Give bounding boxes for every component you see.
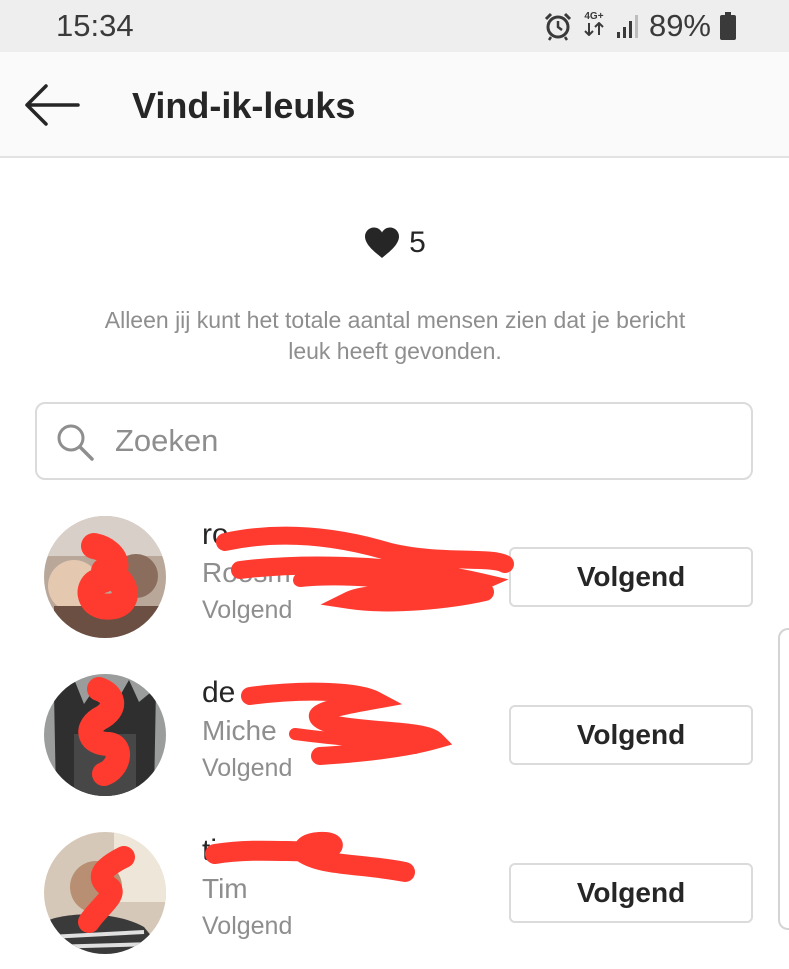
following-button[interactable]: Volgend bbox=[509, 863, 753, 923]
avatar[interactable] bbox=[44, 674, 166, 796]
follow-status: Volgend bbox=[202, 754, 293, 782]
following-button[interactable]: Volgend bbox=[509, 547, 753, 607]
search-box[interactable] bbox=[35, 402, 753, 480]
username[interactable]: ro bbox=[202, 516, 502, 554]
follow-status: Volgend bbox=[202, 912, 293, 940]
username[interactable]: ti bbox=[202, 832, 502, 870]
likes-summary: 5 bbox=[0, 226, 789, 260]
alarm-icon bbox=[544, 12, 572, 41]
network-data-icon: 4G+ bbox=[581, 10, 607, 41]
status-icons: 4G+ 89% bbox=[543, 8, 737, 44]
following-button[interactable]: Volgend bbox=[509, 705, 753, 765]
status-time: 15:34 bbox=[56, 8, 134, 43]
user-info: de Miche Volgend bbox=[202, 674, 502, 786]
username[interactable]: de bbox=[202, 674, 502, 712]
follow-status: Volgend bbox=[202, 596, 293, 624]
user-row[interactable]: ro Roosm Volgend Volgend bbox=[0, 516, 789, 666]
battery-level: 89% bbox=[648, 8, 711, 43]
back-button[interactable] bbox=[22, 82, 82, 128]
user-info: ro Roosm Volgend bbox=[202, 516, 502, 628]
back-arrow-icon[interactable] bbox=[22, 82, 82, 128]
avatar[interactable] bbox=[44, 516, 166, 638]
app-header: Vind-ik-leuks bbox=[0, 52, 789, 158]
user-row[interactable]: ti Tim Volgend Volgend bbox=[0, 832, 789, 969]
page-title: Vind-ik-leuks bbox=[132, 85, 356, 126]
user-info: ti Tim Volgend bbox=[202, 832, 502, 944]
edge-panel-handle[interactable] bbox=[778, 628, 789, 930]
heart-icon bbox=[365, 227, 400, 258]
full-name: Miche bbox=[202, 715, 277, 746]
full-name: Tim bbox=[202, 873, 248, 904]
likes-count: 5 bbox=[409, 226, 426, 259]
status-bar: 15:34 4G+ 89% bbox=[0, 0, 789, 52]
network-label: 4G+ bbox=[584, 10, 604, 22]
battery-icon bbox=[720, 12, 736, 40]
user-row[interactable]: de Miche Volgend Volgend bbox=[0, 674, 789, 824]
search-input[interactable] bbox=[115, 414, 735, 468]
full-name: Roosm bbox=[202, 557, 291, 588]
avatar[interactable] bbox=[44, 832, 166, 954]
likes-privacy-note: Alleen jij kunt het totale aantal mensen… bbox=[104, 307, 686, 364]
signal-icon bbox=[616, 15, 638, 38]
search-icon bbox=[57, 424, 94, 461]
